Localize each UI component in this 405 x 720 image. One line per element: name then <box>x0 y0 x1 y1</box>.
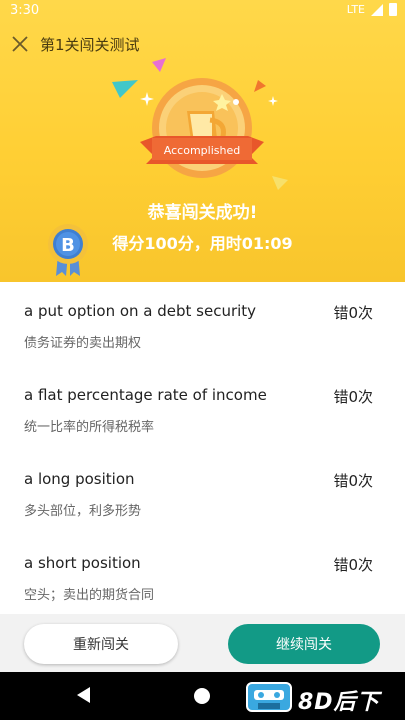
error-count: 错0次 <box>333 304 373 322</box>
status-icons: LTE <box>347 3 397 16</box>
badge-letter: B <box>61 235 75 256</box>
medal-icon: Accomplished <box>140 78 264 178</box>
confetti-icon <box>152 58 166 72</box>
page-title: 第1关闯关测试 <box>40 36 140 54</box>
signal-icon <box>371 3 383 16</box>
term-chinese: 空头；卖出的期货合同 <box>24 588 155 603</box>
list-item: a short position 空头；卖出的期货合同 错0次 <box>0 534 405 614</box>
list-item: a put option on a debt security 债务证券的卖出期… <box>0 282 405 366</box>
system-nav-bar: 8D后下载 <box>0 672 405 720</box>
term-english: a long position <box>24 470 135 488</box>
term-english: a put option on a debt security <box>24 302 257 320</box>
list-item: a long position 多头部位，利多形势 错0次 <box>0 450 405 534</box>
home-icon[interactable] <box>194 688 210 704</box>
error-count: 错0次 <box>333 556 373 574</box>
error-count: 错0次 <box>333 472 373 490</box>
confetti-icon <box>272 176 288 190</box>
status-time: 3:30 <box>10 3 40 18</box>
continue-button[interactable]: 继续闯关 <box>228 624 380 664</box>
term-english: a short position <box>24 554 141 572</box>
word-result-list: a put option on a debt security 债务证券的卖出期… <box>0 282 405 614</box>
network-label: LTE <box>346 3 365 16</box>
battery-icon <box>389 3 397 16</box>
ribbon-label: Accomplished <box>164 144 240 157</box>
error-count: 错0次 <box>333 388 373 406</box>
list-item: a flat percentage rate of income 统一比率的所得… <box>0 366 405 450</box>
level-badge-icon: B <box>48 224 88 276</box>
title-bar: 第1关闯关测试 <box>0 28 405 60</box>
watermark-logo: 8D后下载 <box>246 680 402 715</box>
close-icon[interactable] <box>8 32 32 56</box>
term-chinese: 债务证券的卖出期权 <box>24 336 142 351</box>
term-chinese: 多头部位，利多形势 <box>24 504 142 519</box>
result-header: 3:30 LTE 第1关闯关测试 Accomplished 恭喜闯关成功! 得分… <box>0 0 405 282</box>
status-bar: 3:30 LTE <box>0 0 405 24</box>
action-bar: 重新闯关 继续闯关 <box>0 614 405 672</box>
back-icon[interactable] <box>76 686 92 704</box>
term-english: a flat percentage rate of income <box>24 386 267 404</box>
term-chinese: 统一比率的所得税税率 <box>24 420 155 435</box>
cassette-icon <box>246 682 292 712</box>
watermark-text: 8D后下载 <box>298 690 380 715</box>
retry-button[interactable]: 重新闯关 <box>24 624 178 664</box>
